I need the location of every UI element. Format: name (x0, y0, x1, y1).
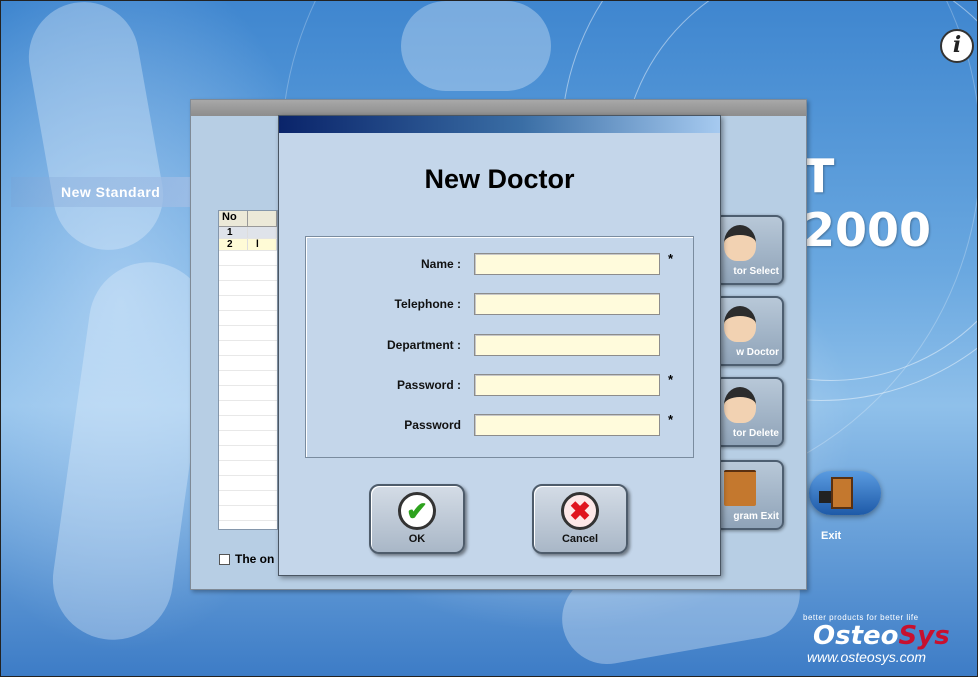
checkbox-box[interactable] (219, 553, 230, 565)
password-confirm-row: Password * (306, 412, 693, 436)
button-label: tor Select (733, 266, 779, 277)
name-label: Name : (420, 257, 461, 271)
ok-button[interactable]: ✔ OK (369, 484, 465, 554)
dialog-title: New Doctor (424, 164, 575, 194)
row-number: 2 (219, 239, 248, 250)
doctor-list[interactable]: No 1 2 l (218, 210, 278, 530)
door-exit-icon (819, 477, 853, 509)
password-field[interactable] (474, 374, 660, 396)
doctor-delete-icon (724, 387, 756, 423)
doctor-check-icon (724, 225, 756, 261)
subtitle-banner: New Standard (11, 177, 201, 207)
new-doctor-dialog: New Doctor Name : * Telephone : Departme… (278, 115, 721, 576)
list-header: No (219, 211, 277, 227)
row-name: l (248, 239, 277, 250)
ok-label: OK (408, 533, 426, 545)
button-label: w Doctor (736, 347, 779, 358)
cancel-label: Cancel (561, 533, 599, 545)
checkmark-icon: ✔ (398, 492, 436, 530)
doctor-new-icon (724, 306, 756, 342)
doctor-select-button[interactable]: tor Select (714, 215, 784, 285)
password-row: Password : * (306, 372, 693, 396)
window-titlebar (191, 100, 806, 116)
department-label: Department : (386, 338, 461, 352)
brand-name-suffix: Sys (898, 621, 950, 651)
cancel-button[interactable]: ✖ Cancel (532, 484, 628, 554)
row-number: 1 (219, 227, 248, 238)
table-row[interactable]: 1 (219, 227, 277, 239)
close-icon: ✖ (561, 492, 599, 530)
table-row[interactable]: 2 l (219, 239, 277, 251)
skeleton-art (20, 1, 172, 259)
program-exit-button[interactable]: gram Exit (714, 460, 784, 530)
doctor-form: Name : * Telephone : Department : Passwo… (305, 236, 694, 458)
password-confirm-label: Password (404, 418, 461, 432)
dialog-titlebar[interactable] (279, 116, 720, 133)
telephone-field[interactable] (474, 293, 660, 315)
telephone-row: Telephone : (306, 293, 693, 315)
exit-label: Exit (821, 530, 842, 542)
button-label: gram Exit (733, 511, 779, 522)
column-header-name[interactable] (248, 211, 277, 226)
required-marker: * (668, 412, 674, 427)
password-confirm-field[interactable] (474, 414, 660, 436)
brand-logo: OsteoSys (813, 621, 950, 651)
brand-name-prefix: Osteo (813, 621, 899, 651)
door-exit-icon (724, 470, 756, 506)
checkbox-label: The on (235, 552, 275, 566)
telephone-label: Telephone : (394, 297, 461, 311)
name-row: Name : * (306, 251, 693, 275)
new-doctor-button[interactable]: w Doctor (714, 296, 784, 366)
app-title: T 2000 (803, 149, 932, 257)
empty-rows (219, 251, 277, 527)
name-field[interactable] (474, 253, 660, 275)
button-label: tor Delete (732, 428, 779, 439)
brand-url: www.osteosys.com (807, 649, 927, 665)
required-marker: * (668, 251, 674, 266)
password-label: Password : (396, 378, 461, 392)
doctor-delete-button[interactable]: tor Delete (714, 377, 784, 447)
department-row: Department : (306, 334, 693, 356)
required-marker: * (668, 372, 674, 387)
row-name (248, 227, 277, 238)
department-field[interactable] (474, 334, 660, 356)
remember-checkbox[interactable]: The on (219, 552, 274, 566)
info-icon[interactable]: i (940, 29, 974, 63)
skeleton-art (401, 1, 551, 91)
column-header-no[interactable]: No (219, 211, 248, 226)
